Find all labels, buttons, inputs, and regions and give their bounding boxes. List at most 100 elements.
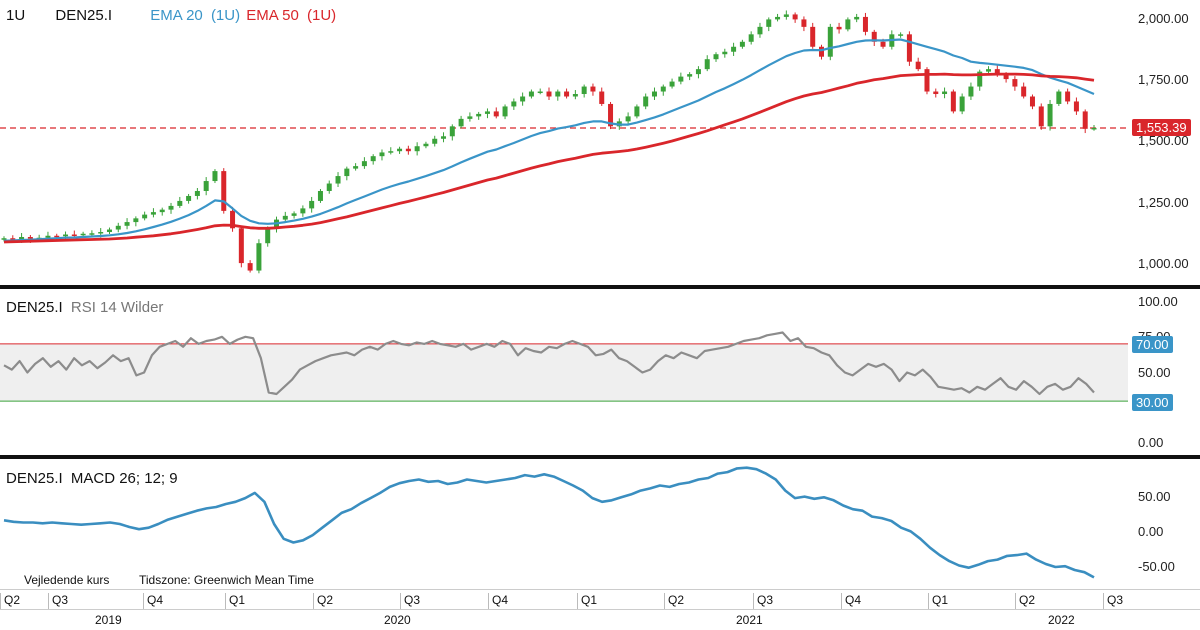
candle-body	[361, 161, 367, 167]
candle-body	[379, 152, 385, 157]
interval-label[interactable]: 1U	[6, 7, 25, 24]
candle-body	[651, 91, 657, 97]
candle-body	[467, 116, 473, 119]
macd-tick: 0.00	[1138, 524, 1164, 539]
candle-body	[414, 146, 420, 152]
candle-body	[159, 209, 165, 213]
candle-body	[405, 148, 411, 152]
candle-body	[669, 81, 675, 87]
macd-label[interactable]: MACD 26; 12; 9	[71, 470, 178, 487]
candle-body	[194, 190, 200, 196]
candle-body	[502, 106, 508, 117]
candle-body	[423, 143, 429, 147]
candle-body	[836, 26, 842, 30]
candle-body	[766, 19, 772, 27]
candle-body	[1082, 111, 1088, 129]
price-tick: 1,250.00	[1138, 195, 1189, 210]
candle-body	[713, 54, 719, 60]
candle-body	[924, 69, 930, 92]
candle-body	[528, 91, 534, 97]
macd-title: DEN25.I MACD 26; 12; 9	[6, 470, 182, 487]
candle-body	[625, 116, 631, 122]
candle-body	[695, 69, 701, 75]
candle-body	[942, 91, 948, 95]
candle-body	[106, 229, 112, 233]
rsi-chart[interactable]	[0, 289, 1130, 455]
candle-body	[564, 91, 570, 97]
candle-body	[739, 41, 745, 47]
candle-body	[906, 34, 912, 62]
quarter-label: Q2	[0, 593, 20, 609]
candle-body	[388, 151, 394, 153]
candle-body	[660, 86, 666, 92]
candle-body	[142, 214, 148, 219]
candle-body	[458, 118, 464, 127]
ema20-interval: (1U)	[210, 7, 241, 24]
candle-body	[168, 205, 174, 210]
candle-body	[792, 14, 798, 20]
candle-body	[133, 218, 139, 223]
quarter-label: Q3	[1103, 593, 1123, 609]
timezone-note: Tidszone: Greenwich Mean Time	[139, 573, 314, 587]
year-label: 2021	[736, 613, 763, 627]
price-tick: 1,000.00	[1138, 256, 1189, 271]
price-chart[interactable]	[0, 0, 1130, 285]
candle-body	[572, 94, 578, 97]
year-axis[interactable]: 2019 2020 2021 2022	[0, 609, 1200, 630]
candle-body	[89, 233, 95, 235]
rsi-label[interactable]: RSI 14 Wilder	[71, 299, 164, 316]
candle-body	[775, 16, 781, 20]
symbol-label: DEN25.I	[55, 7, 113, 24]
candle-body	[282, 215, 288, 220]
year-label: 2022	[1048, 613, 1075, 627]
candle-body	[581, 86, 587, 95]
candle-body	[265, 228, 271, 244]
quarter-label: Q3	[400, 593, 420, 609]
candle-body	[397, 148, 403, 152]
candle-body	[959, 96, 965, 112]
candle-body	[731, 46, 737, 52]
rsi-upper-tag: 70.00	[1132, 336, 1173, 353]
candle-body	[300, 208, 306, 214]
quarter-label: Q1	[928, 593, 948, 609]
candle-body	[678, 76, 684, 82]
candle-body	[555, 91, 561, 97]
candle-body	[63, 234, 69, 237]
candle-body	[933, 91, 939, 95]
candle-body	[898, 34, 904, 36]
candle-body	[1038, 106, 1044, 127]
rsi-y-axis: 100.00 75.00 50.00 0.00 70.00 30.00	[1130, 289, 1200, 455]
candle-body	[827, 26, 833, 57]
candle-body	[98, 232, 104, 234]
candle-body	[27, 236, 33, 239]
candle-body	[1012, 79, 1018, 87]
candle-body	[326, 183, 332, 191]
candle-body	[432, 138, 438, 144]
candle-body	[124, 222, 130, 226]
quarter-label: Q3	[753, 593, 773, 609]
candle-body	[845, 19, 851, 30]
candle-body	[291, 213, 297, 216]
price-y-axis: 2,000.00 1,750.00 1,500.00 1,250.00 1,00…	[1130, 0, 1200, 285]
ema50-label[interactable]: EMA 50	[246, 7, 299, 24]
candle-body	[757, 26, 763, 35]
candle-body	[115, 225, 121, 230]
candle-body	[45, 235, 51, 238]
candle-body	[643, 96, 649, 107]
rsi-title: DEN25.I RSI 14 Wilder	[6, 299, 167, 316]
quarter-label: Q4	[488, 593, 508, 609]
candle-body	[1021, 86, 1027, 97]
candle-body	[634, 106, 640, 117]
rsi-tick: 0.00	[1138, 435, 1164, 450]
quarter-axis[interactable]: Q2 Q3 Q4 Q1 Q2 Q3 Q4 Q1 Q2 Q3 Q4 Q1 Q2 Q…	[0, 589, 1200, 610]
candle-body	[80, 233, 86, 236]
price-tick: 2,000.00	[1138, 11, 1189, 26]
candle-body	[1073, 101, 1079, 112]
candle-body	[950, 91, 956, 112]
rsi-lower-tag: 30.00	[1132, 394, 1173, 411]
candle-body	[704, 59, 710, 70]
ema20-label[interactable]: EMA 20	[150, 7, 203, 24]
candle-body	[238, 228, 244, 264]
candle-body	[537, 91, 543, 94]
candle-body	[1029, 96, 1035, 107]
